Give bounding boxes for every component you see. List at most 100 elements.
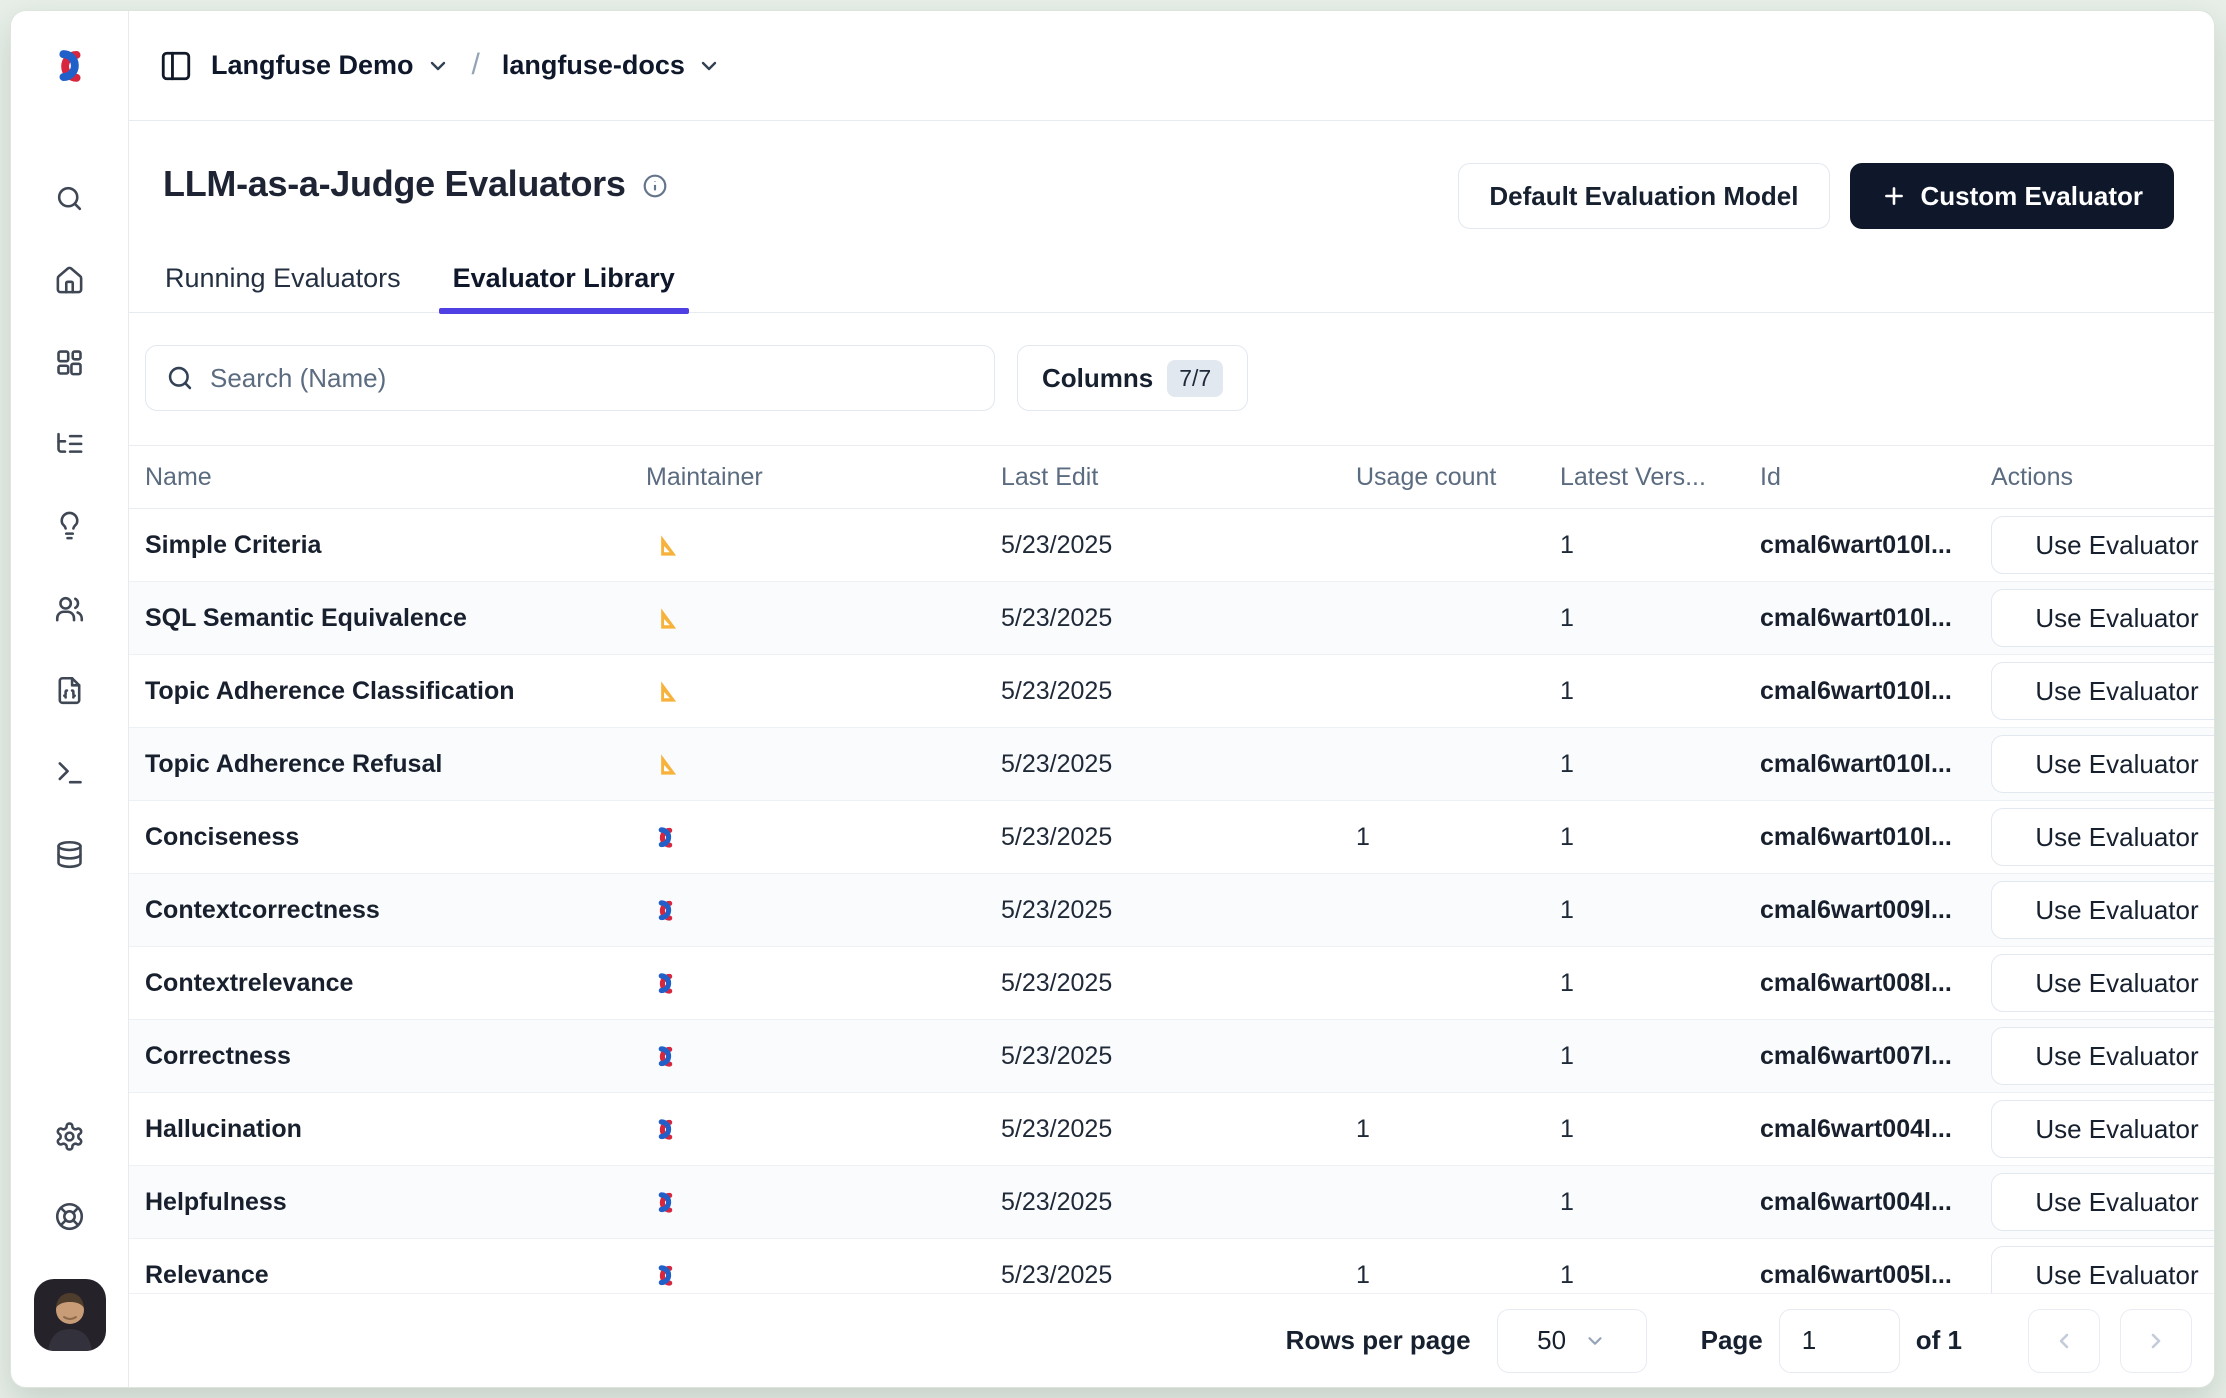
evaluator-name: Correctness	[145, 1042, 646, 1071]
evaluator-name: Simple Criteria	[145, 531, 646, 560]
sidebar	[11, 11, 129, 1387]
latest-version: 1	[1560, 969, 1760, 998]
breadcrumb-project[interactable]: Langfuse Demo	[211, 50, 450, 81]
evaluator-name: Relevance	[145, 1261, 646, 1290]
sidebar-item-evaluation[interactable]	[53, 509, 87, 543]
page-title: LLM-as-a-Judge Evaluators	[163, 163, 626, 205]
actions-cell: Use Evaluator	[1991, 808, 2214, 866]
custom-evaluator-button[interactable]: Custom Evaluator	[1850, 163, 2175, 229]
triangular-ruler-icon	[652, 532, 679, 559]
rows-per-page-value: 50	[1537, 1325, 1566, 1356]
table-row[interactable]: Contextrelevance 5/23/20251cmal6wart008l…	[129, 947, 2214, 1020]
datasets-database-icon	[54, 839, 85, 870]
page-head: LLM-as-a-Judge Evaluators Default Evalua…	[129, 121, 2214, 229]
table-row[interactable]: Simple Criteria 5/23/2025 1cmal6wart010l.…	[129, 509, 2214, 582]
sidebar-item-settings[interactable]	[53, 1119, 87, 1153]
sidebar-item-users[interactable]	[53, 591, 87, 625]
usage-count: 1	[1356, 823, 1560, 852]
last-edit: 5/23/2025	[1001, 750, 1356, 779]
main-area: Langfuse Demo / langfuse-docs LLM-as-a-J…	[129, 11, 2214, 1387]
search-input[interactable]	[210, 363, 974, 394]
last-edit: 5/23/2025	[1001, 823, 1356, 852]
knot-logo-icon	[652, 1116, 679, 1143]
table-row[interactable]: Contextcorrectness 5/23/20251cmal6wart00…	[129, 874, 2214, 947]
use-evaluator-button[interactable]: Use Evaluator	[1991, 735, 2214, 793]
maintainer-cell	[646, 1189, 1001, 1216]
actions-cell: Use Evaluator	[1991, 1100, 2214, 1158]
evaluator-id: cmal6wart010l...	[1760, 677, 1991, 706]
evaluator-name: Contextrelevance	[145, 969, 646, 998]
evaluator-id: cmal6wart007l...	[1760, 1042, 1991, 1071]
latest-version: 1	[1560, 531, 1760, 560]
sidebar-item-datasets[interactable]	[53, 837, 87, 871]
table-row[interactable]: Topic Adherence Classification 5/23/2025…	[129, 655, 2214, 728]
table-row[interactable]: Topic Adherence Refusal 5/23/20251cmal6w…	[129, 728, 2214, 801]
evaluator-id: cmal6wart010l...	[1760, 531, 1991, 560]
use-evaluator-button[interactable]: Use Evaluator	[1991, 516, 2214, 574]
table-row[interactable]: Conciseness 5/23/202511cmal6wart010l...U…	[129, 801, 2214, 874]
search-box	[145, 345, 995, 411]
use-evaluator-button[interactable]: Use Evaluator	[1991, 881, 2214, 939]
evaluator-id: cmal6wart010l...	[1760, 750, 1991, 779]
tab-evaluator-library[interactable]: Evaluator Library	[453, 263, 675, 312]
latest-version: 1	[1560, 750, 1760, 779]
sidebar-item-home[interactable]	[53, 263, 87, 297]
search-icon	[54, 183, 85, 214]
evaluator-id: cmal6wart004l...	[1760, 1188, 1991, 1217]
use-evaluator-button[interactable]: Use Evaluator	[1991, 662, 2214, 720]
breadcrumb-resource[interactable]: langfuse-docs	[502, 50, 721, 81]
use-evaluator-button[interactable]: Use Evaluator	[1991, 589, 2214, 647]
latest-version: 1	[1560, 823, 1760, 852]
breadcrumb-project-label: Langfuse Demo	[211, 50, 414, 81]
rows-per-page-select[interactable]: 50	[1497, 1309, 1647, 1373]
home-icon	[54, 265, 85, 296]
previous-page-button[interactable]	[2028, 1309, 2100, 1373]
sidebar-item-dashboards[interactable]	[53, 345, 87, 379]
use-evaluator-button[interactable]: Use Evaluator	[1991, 954, 2214, 1012]
use-evaluator-button[interactable]: Use Evaluator	[1991, 808, 2214, 866]
table-row[interactable]: SQL Semantic Equivalence 5/23/20251cmal6…	[129, 582, 2214, 655]
default-evaluation-model-button[interactable]: Default Evaluation Model	[1458, 163, 1829, 229]
last-edit: 5/23/2025	[1001, 531, 1356, 560]
sidebar-item-tracing[interactable]	[53, 427, 87, 461]
actions-cell: Use Evaluator	[1991, 1246, 2214, 1294]
toolbar: Columns 7/7	[129, 313, 2214, 445]
use-evaluator-button[interactable]: Use Evaluator	[1991, 1173, 2214, 1231]
sidebar-item-support[interactable]	[53, 1199, 87, 1233]
use-evaluator-button[interactable]: Use Evaluator	[1991, 1246, 2214, 1294]
maintainer-cell	[646, 1116, 1001, 1143]
maintainer-cell	[646, 751, 1001, 778]
settings-gear-icon	[54, 1121, 85, 1152]
sidebar-item-search[interactable]	[53, 181, 87, 215]
table-row[interactable]: Hallucination 5/23/202511cmal6wart004l..…	[129, 1093, 2214, 1166]
latest-version: 1	[1560, 1261, 1760, 1290]
columns-button[interactable]: Columns 7/7	[1017, 345, 1248, 411]
sidebar-item-playground[interactable]	[53, 755, 87, 789]
user-avatar[interactable]	[34, 1279, 106, 1351]
sidebar-toggle-icon[interactable]	[159, 49, 193, 83]
sidebar-item-prompts[interactable]	[53, 673, 87, 707]
knot-logo-icon	[652, 1043, 679, 1070]
triangular-ruler-icon	[652, 678, 679, 705]
table-row[interactable]: Relevance 5/23/202511cmal6wart005l...Use…	[129, 1239, 2214, 1294]
usage-count: 1	[1356, 1115, 1560, 1144]
evaluation-lightbulb-icon	[54, 511, 85, 542]
use-evaluator-button[interactable]: Use Evaluator	[1991, 1100, 2214, 1158]
maintainer-cell	[646, 970, 1001, 997]
rows-per-page-label: Rows per page	[1286, 1325, 1471, 1356]
evaluator-id: cmal6wart009l...	[1760, 896, 1991, 925]
table-row[interactable]: Helpfulness 5/23/20251cmal6wart004l...Us…	[129, 1166, 2214, 1239]
info-icon[interactable]	[642, 173, 668, 199]
maintainer-cell	[646, 532, 1001, 559]
page-number-input[interactable]	[1779, 1309, 1900, 1373]
column-header-maintainer: Maintainer	[646, 463, 1001, 492]
use-evaluator-button[interactable]: Use Evaluator	[1991, 1027, 2214, 1085]
last-edit: 5/23/2025	[1001, 1042, 1356, 1071]
chevron-down-icon	[1584, 1330, 1606, 1352]
table-row[interactable]: Correctness 5/23/20251cmal6wart007l...Us…	[129, 1020, 2214, 1093]
chevron-down-icon	[426, 54, 450, 78]
tab-running-evaluators[interactable]: Running Evaluators	[165, 263, 401, 312]
page-label: Page	[1701, 1325, 1763, 1356]
next-page-button[interactable]	[2120, 1309, 2192, 1373]
support-lifebuoy-icon	[54, 1201, 85, 1232]
